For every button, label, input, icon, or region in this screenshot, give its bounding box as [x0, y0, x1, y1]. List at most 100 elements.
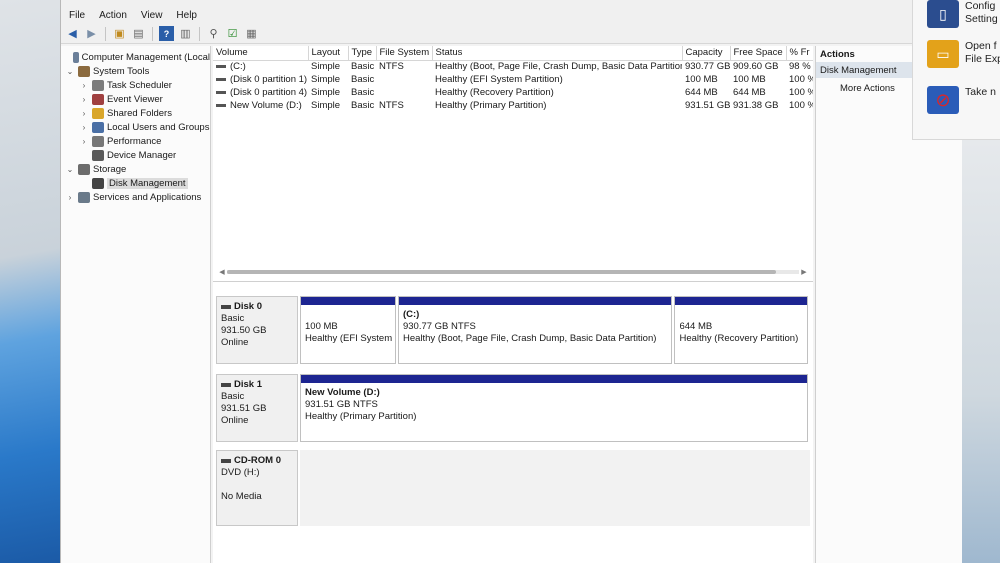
tree-item[interactable]: › Performance: [61, 134, 210, 148]
column-header[interactable]: Type: [348, 46, 377, 61]
partition-text: 100 MB Healthy (EFI System: [301, 305, 395, 349]
partition-name: [305, 309, 391, 321]
partition[interactable]: (C:) 930.77 GB NTFS Healthy (Boot, Page Fi…: [397, 296, 673, 364]
tree-item[interactable]: › Event Viewer: [61, 92, 210, 106]
help-icon[interactable]: ?: [159, 26, 174, 41]
disk-label[interactable]: Disk 1 Basic 931.51 GB Online: [216, 374, 298, 442]
table-row[interactable]: (Disk 0 partition 4) Simple Basic Healthy (…: [213, 86, 813, 99]
tree-item[interactable]: ⌄ System Tools: [61, 64, 210, 78]
popup-line1: Take n: [965, 86, 996, 98]
tree-item[interactable]: › Services and Applications: [61, 190, 210, 204]
cdrom-label[interactable]: CD-ROM 0 DVD (H:) No Media: [216, 450, 298, 526]
chevron-icon[interactable]: ⌄: [65, 165, 75, 174]
cdrom-row: CD-ROM 0 DVD (H:) No Media: [216, 450, 810, 526]
table-cell: 100 %: [786, 86, 813, 99]
forward-arrow-icon[interactable]: ▶: [84, 26, 99, 41]
table-row[interactable]: (C:) Simple Basic NTFS Healthy (Boot, Page F…: [213, 60, 813, 73]
column-header[interactable]: File System: [376, 46, 433, 61]
chevron-icon[interactable]: ›: [79, 95, 89, 104]
table-cell: Basic: [348, 73, 376, 86]
menu-action[interactable]: Action: [99, 10, 127, 21]
cell-text: NTFS: [379, 100, 404, 111]
tree-item[interactable]: Device Manager: [61, 148, 210, 162]
partition-text: (C:) 930.77 GB NTFS Healthy (Boot, Page Fi…: [399, 305, 671, 349]
partition-size: 931.51 GB NTFS: [305, 399, 378, 410]
column-header[interactable]: Free Space: [730, 46, 787, 61]
popup-item-text: Open f File Exp: [965, 40, 1000, 66]
scroll-thumb[interactable]: [227, 270, 777, 274]
table-row[interactable]: (Disk 0 partition 1) Simple Basic Healthy (…: [213, 73, 813, 86]
horizontal-scrollbar[interactable]: ◀ ▶: [217, 268, 809, 276]
tree-item[interactable]: › Shared Folders: [61, 106, 210, 120]
partition-name: New Volume (D:): [305, 387, 380, 398]
chevron-icon[interactable]: ⌄: [65, 67, 75, 76]
disk-label[interactable]: Disk 0 Basic 931.50 GB Online: [216, 296, 298, 364]
cell-text: 100 MB: [685, 74, 718, 85]
back-arrow-icon[interactable]: ◀: [65, 26, 80, 41]
table-header-row: Volume Layout Type File System Status Capacit…: [213, 46, 813, 61]
partition-bar: [398, 297, 672, 305]
table-body: (C:) Simple Basic NTFS Healthy (Boot, Page F…: [213, 60, 813, 112]
table-cell: Basic: [348, 60, 376, 73]
scroll-track[interactable]: [227, 270, 799, 274]
column-header[interactable]: % Fr: [786, 46, 813, 61]
cell-text: Simple: [311, 61, 341, 73]
tree-item[interactable]: Disk Management: [61, 176, 210, 190]
column-header[interactable]: Status: [432, 46, 683, 61]
popup-item[interactable]: ▭ Open f File Exp: [927, 40, 1000, 68]
column-header[interactable]: Layout: [308, 46, 349, 61]
view-icon[interactable]: ▦: [244, 26, 259, 41]
computer-management-window: File Action View Help ◀ ▶ ▣ ▤ ? ▥ ⚲ ☑ ▦ …: [60, 0, 962, 563]
key-icon[interactable]: ⚲: [206, 26, 221, 41]
properties-icon[interactable]: ▥: [178, 26, 193, 41]
cell-text: (Disk 0 partition 1): [230, 74, 308, 85]
popup-item[interactable]: ▯ Config Setting: [927, 0, 998, 28]
cell-text: Basic: [351, 61, 375, 73]
table-cell: 100 MB: [730, 73, 786, 86]
show-hide-tree-icon[interactable]: ▤: [131, 26, 146, 41]
partition[interactable]: 644 MB Healthy (Recovery Partition): [674, 296, 808, 364]
column-header[interactable]: Volume: [213, 46, 309, 61]
table-cell: 100 MB: [682, 73, 730, 86]
tree-item[interactable]: Computer Management (Local: [61, 50, 210, 64]
scroll-left-icon[interactable]: ◀: [217, 268, 227, 276]
chevron-icon[interactable]: ›: [79, 123, 89, 132]
tree-item[interactable]: › Local Users and Groups: [61, 120, 210, 134]
tree-item-label: Storage: [93, 163, 127, 175]
column-header[interactable]: Capacity: [682, 46, 731, 61]
table-cell: Healthy (Boot, Page File, Crash Dump, Ba…: [432, 60, 682, 73]
cdrom-name: CD-ROM 0: [221, 455, 293, 467]
partition-size: 644 MB: [679, 321, 713, 332]
table-row[interactable]: New Volume (D:) Simple Basic NTFS Healthy (P…: [213, 99, 813, 112]
cell-text: Healthy (Boot, Page File, Crash Dump, Ba…: [435, 61, 682, 73]
tree-item[interactable]: ⌄ Storage: [61, 162, 210, 176]
scroll-right-icon[interactable]: ▶: [799, 268, 809, 276]
menu-help[interactable]: Help: [176, 10, 197, 21]
menu-view[interactable]: View: [141, 10, 163, 21]
table-cell: Healthy (Primary Partition): [432, 99, 682, 112]
chevron-icon[interactable]: ›: [79, 81, 89, 90]
tree-item[interactable]: › Task Scheduler: [61, 78, 210, 92]
up-folder-icon[interactable]: ▣: [112, 26, 127, 41]
table-cell: [376, 86, 432, 99]
device-manager-icon: [92, 149, 104, 161]
table-cell: Healthy (Recovery Partition): [432, 86, 682, 99]
popup-item[interactable]: ⊘ Take n: [927, 86, 996, 114]
partition-strip: 100 MB Healthy (EFI System (C:) 930.77 GB N…: [298, 296, 810, 364]
chevron-icon[interactable]: ›: [79, 137, 89, 146]
volume-icon: [216, 90, 226, 94]
cell-text: (Disk 0 partition 4): [230, 87, 308, 98]
cell-text: Basic: [351, 74, 375, 85]
cell-text: Healthy (EFI System Partition): [435, 74, 563, 85]
partition[interactable]: New Volume (D:) 931.51 GB NTFS Healthy (Pr…: [300, 374, 808, 442]
chevron-icon[interactable]: ›: [65, 193, 75, 202]
tree-item-label: Device Manager: [107, 149, 177, 161]
chevron-icon[interactable]: ›: [79, 109, 89, 118]
cell-text: 98 %: [789, 61, 811, 73]
disk-size: 931.50 GB: [221, 325, 267, 336]
menu-file[interactable]: File: [69, 10, 85, 21]
cdrom-media: No Media: [221, 491, 262, 502]
performance-icon: [92, 135, 104, 147]
partition[interactable]: 100 MB Healthy (EFI System: [300, 296, 396, 364]
check-icon[interactable]: ☑: [225, 26, 240, 41]
